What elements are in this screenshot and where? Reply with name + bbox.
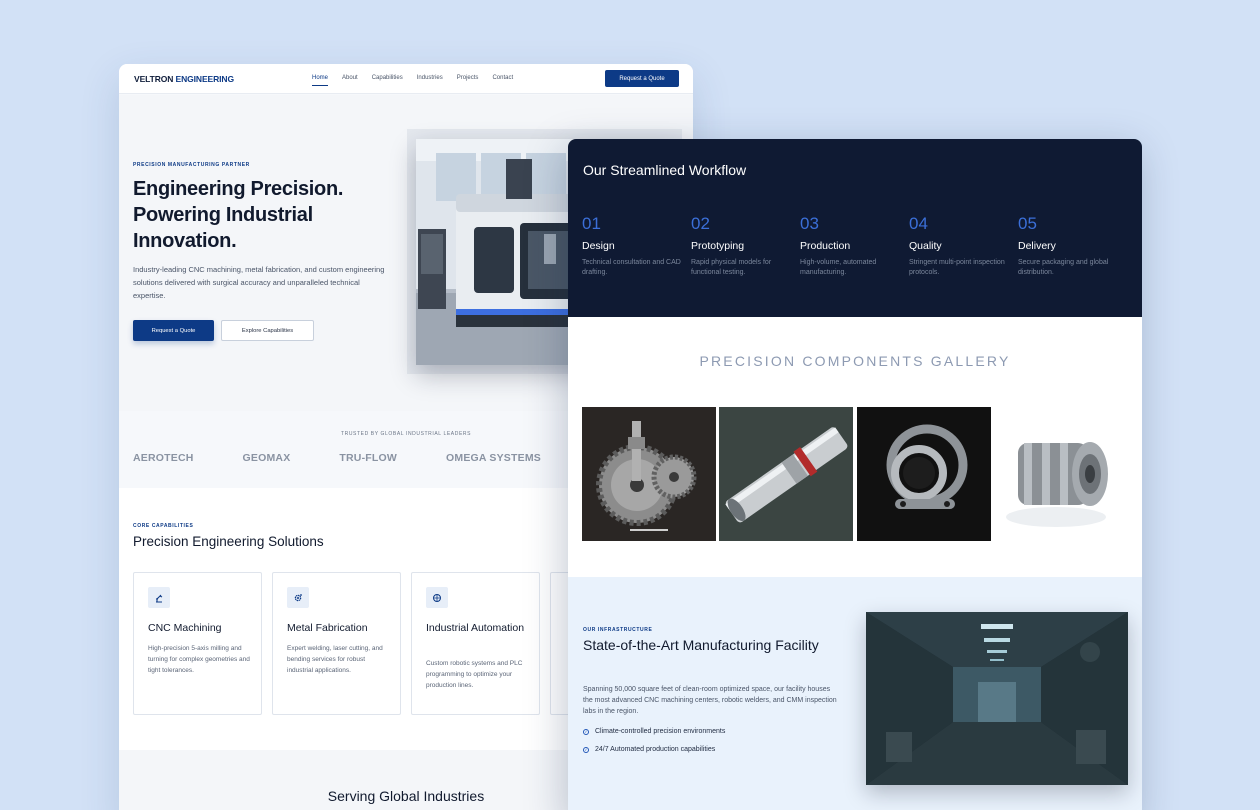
check-circle-icon: ✓ (583, 746, 589, 753)
robot-arm-icon (148, 587, 170, 608)
workflow-step-design: 01 Design Technical consultation and CAD… (582, 215, 682, 278)
step-description: Rapid physical models for functional tes… (691, 259, 772, 276)
step-title: Prototyping (691, 240, 745, 252)
facility-corridor-image (866, 612, 1128, 785)
gallery-section: PRECISION COMPONENTS GALLERY (568, 317, 1142, 577)
capabilities-eyebrow: CORE CAPABILITIES (133, 523, 194, 529)
step-description: Technical consultation and CAD drafting. (582, 259, 681, 276)
workflow-title: Our Streamlined Workflow (583, 162, 747, 178)
nav-link-projects[interactable]: Projects (457, 74, 479, 86)
step-title: Design (582, 240, 615, 252)
brand-name-part1: VELTRON (134, 74, 174, 84)
workflow-step-production: 03 Production High-volume, automated man… (800, 215, 900, 278)
client-logo-tru-flow: TRU-FLOW (339, 452, 397, 464)
feature-check-item: ✓ 24/7 Automated production capabilities (583, 746, 715, 753)
card-description: Custom robotic systems and PLC programmi… (426, 660, 523, 689)
gear-icon (287, 587, 309, 608)
gallery-title: PRECISION COMPONENTS GALLERY (699, 353, 1011, 369)
explore-capabilities-button[interactable]: Explore Capabilities (221, 320, 314, 341)
nav-request-quote-button[interactable]: Request a Quote (605, 70, 679, 87)
infrastructure-description: Spanning 50,000 square feet of clean-roo… (583, 686, 837, 715)
card-description: High-precision 5-axis milling and turnin… (148, 645, 250, 674)
step-number: 01 (582, 214, 601, 233)
globe-icon (426, 587, 448, 608)
feature-text: Climate-controlled precision environment… (595, 728, 726, 735)
nav-link-about[interactable]: About (342, 74, 358, 86)
hero-request-quote-button[interactable]: Request a Quote (133, 320, 214, 341)
capability-card-fabrication[interactable]: Metal Fabrication Expert welding, laser … (272, 572, 401, 715)
card-description: Expert welding, laser cutting, and bendi… (287, 645, 383, 674)
workflow-step-quality: 04 Quality Stringent multi-point inspect… (909, 215, 1009, 278)
nav-link-capabilities[interactable]: Capabilities (372, 74, 403, 86)
hero-title: Engineering Precision. Powering Industri… (133, 178, 344, 252)
capabilities-title: Precision Engineering Solutions (133, 534, 324, 549)
feature-text: 24/7 Automated production capabilities (595, 746, 716, 753)
coupling-image[interactable] (994, 407, 1128, 541)
step-number: 04 (909, 214, 928, 233)
step-title: Production (800, 240, 851, 252)
workflow-window: Our Streamlined Workflow 01 Design Techn… (568, 139, 1142, 810)
capability-card-automation[interactable]: Industrial Automation Custom robotic sys… (411, 572, 540, 715)
workflow-step-prototyping: 02 Prototyping Rapid physical models for… (691, 215, 791, 278)
hero-description: Industry-leading CNC machining, metal fa… (133, 265, 385, 300)
step-number: 03 (800, 214, 819, 233)
client-logo-omega-systems: OMEGA SYSTEMS (446, 452, 541, 464)
infrastructure-section: OUR INFRASTRUCTURE State-of-the-Art Manu… (568, 577, 1142, 810)
client-logo-geomax: GEOMAX (242, 452, 291, 464)
workflow-section: Our Streamlined Workflow 01 Design Techn… (568, 139, 1142, 317)
check-circle-icon: ✓ (583, 728, 589, 735)
hero-eyebrow: PRECISION MANUFACTURING PARTNER (133, 162, 250, 168)
nav-links: Home About Capabilities Industries Proje… (312, 74, 527, 86)
step-title: Delivery (1018, 240, 1056, 252)
infrastructure-eyebrow: OUR INFRASTRUCTURE (583, 627, 653, 633)
top-nav: VELTRON ENGINEERING Home About Capabilit… (119, 64, 693, 94)
capability-card-cnc[interactable]: CNC Machining High-precision 5-axis mill… (133, 572, 262, 715)
bearing-image[interactable] (857, 407, 991, 541)
card-title: Industrial Automation (426, 622, 525, 634)
step-number: 02 (691, 214, 710, 233)
step-description: Secure packaging and global distribution… (1018, 259, 1109, 276)
nav-link-contact[interactable]: Contact (492, 74, 513, 86)
card-title: Metal Fabrication (287, 622, 368, 634)
infrastructure-title: State-of-the-Art Manufacturing Facility (583, 637, 819, 653)
nav-link-industries[interactable]: Industries (417, 74, 443, 86)
gears-image[interactable] (582, 407, 716, 541)
card-title: CNC Machining (148, 622, 222, 634)
workflow-step-delivery: 05 Delivery Secure packaging and global … (1018, 215, 1118, 278)
trusted-logos: AEROTECH GEOMAX TRU-FLOW OMEGA SYSTEMS (133, 452, 590, 464)
shaft-image[interactable] (719, 407, 853, 541)
step-description: Stringent multi-point inspection protoco… (909, 259, 1005, 276)
client-logo-aerotech: AEROTECH (133, 452, 194, 464)
step-title: Quality (909, 240, 942, 252)
step-description: High-volume, automated manufacturing. (800, 259, 877, 276)
feature-check-item: ✓ Climate-controlled precision environme… (583, 728, 725, 735)
brand-name-part2: ENGINEERING (173, 74, 235, 84)
nav-link-home[interactable]: Home (312, 74, 329, 86)
brand-logo[interactable]: VELTRON ENGINEERING (134, 74, 234, 84)
step-number: 05 (1018, 214, 1037, 233)
